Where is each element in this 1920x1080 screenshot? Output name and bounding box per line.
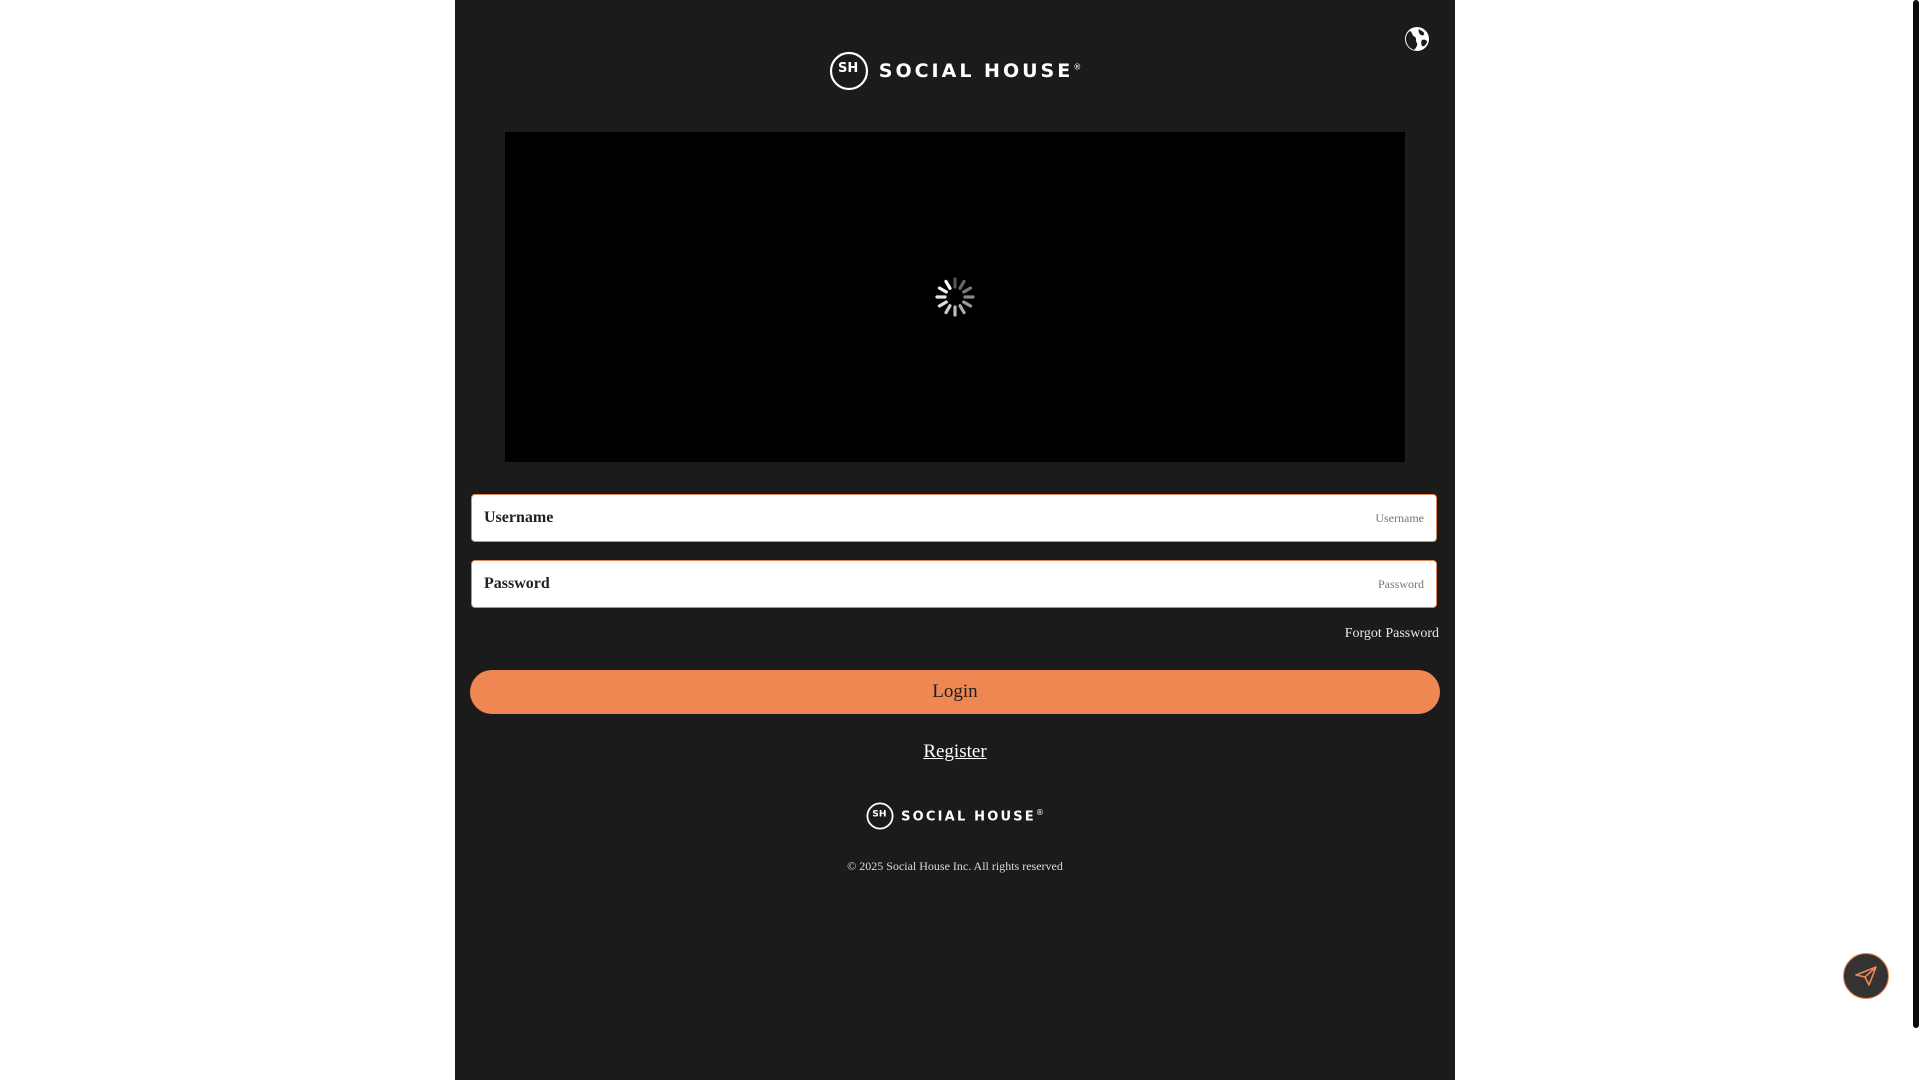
video-player[interactable]: [505, 132, 1405, 462]
password-input[interactable]: [472, 560, 1436, 608]
loading-spinner-icon: [935, 277, 975, 317]
password-label: Password: [484, 575, 550, 592]
page-scrollbar[interactable]: [1912, 0, 1920, 1080]
language-selector[interactable]: [1403, 25, 1431, 53]
username-label: Username: [484, 509, 554, 526]
send-message-button[interactable]: [1843, 953, 1889, 999]
password-field[interactable]: Password: [471, 560, 1437, 608]
register-row: Register: [455, 741, 1455, 763]
globe-icon: [1405, 27, 1429, 51]
username-input[interactable]: [472, 494, 1436, 542]
svg-text:SH: SH: [838, 61, 858, 76]
forgot-password-link[interactable]: Forgot Password: [1345, 626, 1439, 642]
scrollbar-thumb[interactable]: [1913, 0, 1919, 1028]
brand-logo: SH SOCIAL HOUSE®: [455, 51, 1455, 91]
brand-monogram-icon: SH: [829, 51, 868, 91]
copyright-text: © 2025 Social House Inc. All rights rese…: [847, 859, 1063, 873]
paper-plane-icon: [1855, 966, 1877, 986]
footer-monogram-icon: SH: [866, 802, 894, 830]
login-panel: SH SOCIAL HOUSE® Username Username Passw…: [455, 0, 1455, 1080]
footer-brand-name: SOCIAL HOUSE®: [901, 807, 1044, 825]
footer-logo: SH SOCIAL HOUSE®: [455, 802, 1455, 830]
login-button[interactable]: Login: [470, 670, 1440, 714]
username-field[interactable]: Username: [471, 494, 1437, 542]
brand-name: SOCIAL HOUSE®: [878, 60, 1082, 82]
register-link[interactable]: Register: [923, 741, 986, 762]
svg-text:SH: SH: [872, 810, 886, 820]
